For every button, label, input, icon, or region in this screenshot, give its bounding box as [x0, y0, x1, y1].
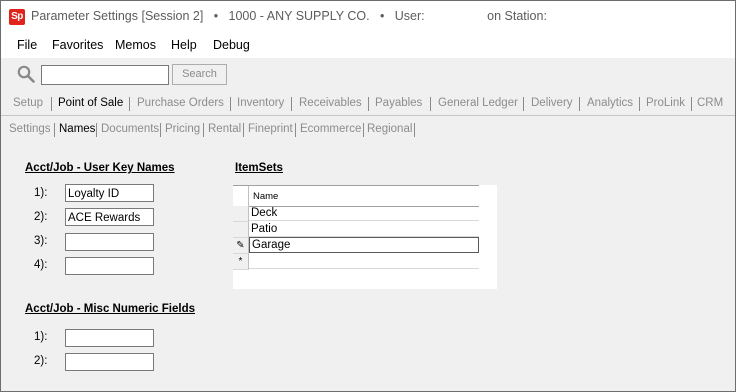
search-button[interactable]: Search: [172, 64, 227, 85]
user-key-1-label: 1):: [34, 187, 48, 199]
tab-divider: [129, 97, 130, 111]
misc-numeric-2-label: 2):: [34, 355, 48, 367]
menu-favorites[interactable]: Favorites: [52, 38, 103, 52]
search-bar: Search: [1, 58, 735, 92]
user-key-3-label: 3):: [34, 235, 48, 247]
tab-divider: [160, 123, 161, 137]
tab-point-of-sale[interactable]: Point of Sale: [58, 97, 123, 109]
tab-purchase-orders[interactable]: Purchase Orders: [137, 97, 224, 109]
search-icon[interactable]: [17, 65, 35, 83]
user-key-names-heading: Acct/Job - User Key Names: [25, 162, 175, 174]
itemsets-grid[interactable]: Name Deck Patio ✎ Garage *: [233, 185, 497, 289]
menu-debug[interactable]: Debug: [213, 38, 250, 52]
tab-divider: [230, 97, 231, 111]
title-bar: Sp Parameter Settings [Session 2] • 1000…: [1, 1, 735, 32]
subtab-fineprint[interactable]: Fineprint: [248, 123, 293, 135]
tab-divider: [368, 97, 369, 111]
grid-header-row: Name: [233, 185, 479, 207]
menu-file[interactable]: File: [17, 38, 37, 52]
tab-inventory[interactable]: Inventory: [237, 97, 284, 109]
subtab-names[interactable]: Names: [59, 123, 95, 135]
tab-receivables[interactable]: Receivables: [299, 97, 362, 109]
subtab-documents[interactable]: Documents: [101, 123, 159, 135]
itemset-cell-patio[interactable]: Patio: [249, 222, 479, 237]
user-key-4-input[interactable]: [65, 257, 154, 275]
tab-divider: [639, 97, 640, 111]
tab-divider: [243, 123, 244, 137]
tab-divider: [96, 123, 97, 137]
tab-divider: [430, 97, 431, 111]
tab-divider: [523, 97, 524, 111]
parameter-settings-window: Sp Parameter Settings [Session 2] • 1000…: [0, 0, 736, 392]
itemsets-heading: ItemSets: [235, 162, 283, 174]
tab-divider: [291, 97, 292, 111]
itemset-cell-deck[interactable]: Deck: [249, 206, 479, 221]
menu-help[interactable]: Help: [171, 38, 197, 52]
edit-pencil-icon[interactable]: ✎: [233, 238, 249, 254]
user-key-2-label: 2):: [34, 211, 48, 223]
misc-numeric-1-label: 1):: [34, 331, 48, 343]
subtab-settings[interactable]: Settings: [9, 123, 51, 135]
tab-divider: [295, 123, 296, 137]
grid-row-header[interactable]: [233, 206, 249, 222]
itemset-cell-garage[interactable]: Garage: [249, 237, 479, 253]
subtab-pricing[interactable]: Pricing: [165, 123, 200, 135]
new-row-asterisk-icon[interactable]: *: [233, 254, 249, 270]
user-key-4-label: 4):: [34, 259, 48, 271]
subtab-ecommerce[interactable]: Ecommerce: [300, 123, 361, 135]
user-key-3-input[interactable]: [65, 233, 154, 251]
tab-divider: [363, 123, 364, 137]
tab-prolink[interactable]: ProLink: [646, 97, 685, 109]
misc-numeric-heading: Acct/Job - Misc Numeric Fields: [25, 303, 195, 315]
subtab-rental[interactable]: Rental: [208, 123, 241, 135]
subtab-regional[interactable]: Regional: [367, 123, 412, 135]
grid-corner: [233, 186, 249, 206]
tab-analytics[interactable]: Analytics: [587, 97, 633, 109]
grid-row-header[interactable]: [233, 222, 249, 238]
misc-numeric-1-input[interactable]: [65, 329, 154, 347]
tab-delivery[interactable]: Delivery: [531, 97, 573, 109]
tab-divider: [54, 123, 55, 137]
menu-bar: File Favorites Memos Help Debug: [1, 32, 735, 58]
tab-divider: [691, 97, 692, 111]
tab-crm[interactable]: CRM: [697, 97, 723, 109]
itemset-new-row-cell[interactable]: [249, 254, 479, 269]
search-input[interactable]: [41, 65, 169, 85]
window-title: Parameter Settings [Session 2] • 1000 - …: [31, 9, 547, 23]
misc-numeric-2-input[interactable]: [65, 353, 154, 371]
grid-column-name-header[interactable]: Name: [253, 191, 278, 202]
tab-general-ledger[interactable]: General Ledger: [438, 97, 518, 109]
tab-divider: [51, 97, 52, 111]
tab-payables[interactable]: Payables: [375, 97, 422, 109]
tab-divider: [414, 123, 415, 137]
user-key-1-input[interactable]: Loyalty ID: [65, 184, 154, 202]
app-logo-icon: Sp: [9, 9, 25, 25]
tab-setup[interactable]: Setup: [13, 97, 43, 109]
tab-divider: [203, 123, 204, 137]
user-key-2-input[interactable]: ACE Rewards: [65, 208, 154, 226]
tab-divider: [579, 97, 580, 111]
main-tab-bar: Setup Point of Sale Purchase Orders Inve…: [1, 93, 735, 116]
sub-tab-bar: Settings Names Documents Pricing Rental …: [1, 118, 735, 140]
menu-memos[interactable]: Memos: [115, 38, 156, 52]
